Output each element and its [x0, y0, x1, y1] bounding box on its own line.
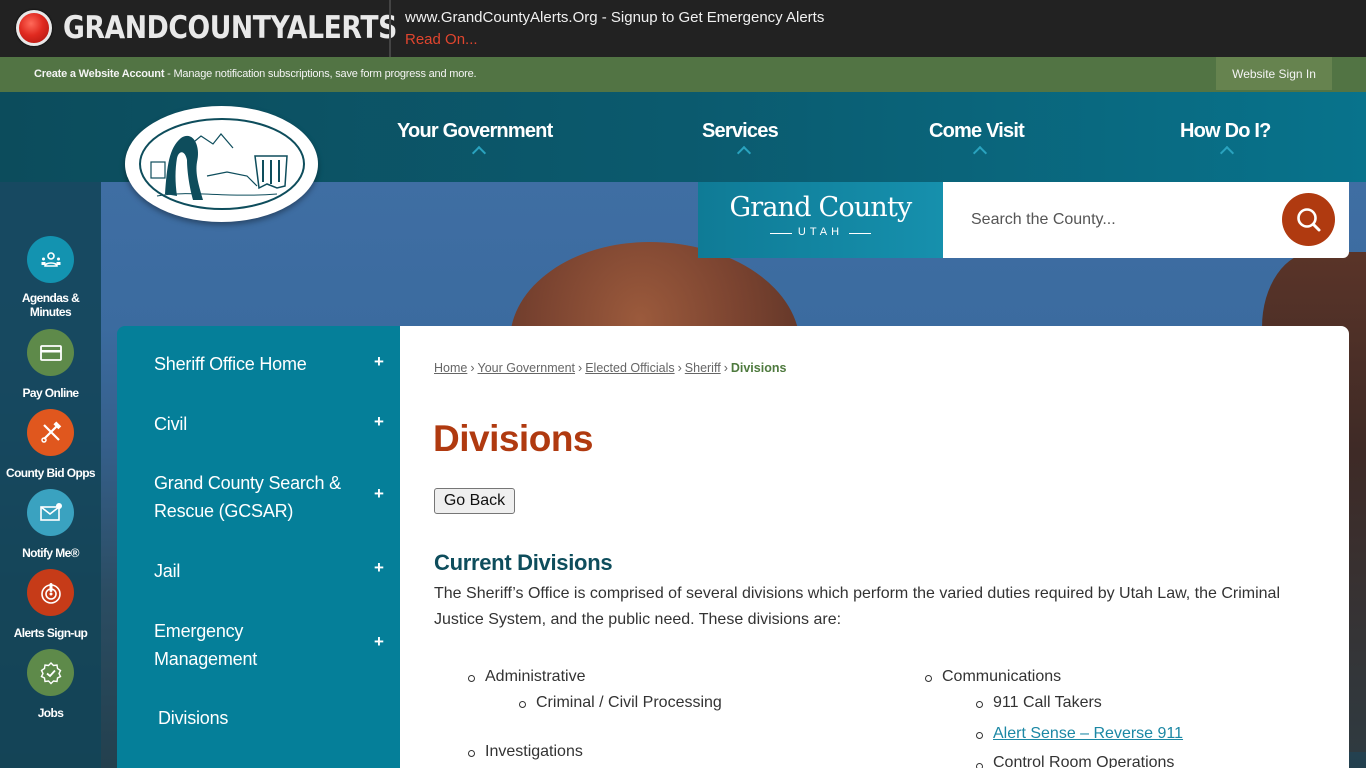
breadcrumb-elected-officials[interactable]: Elected Officials — [585, 361, 674, 375]
badge-check-icon — [40, 661, 61, 684]
quick-link-label: Notify Me® — [22, 546, 79, 560]
brand-state: UTAH — [797, 226, 844, 238]
expand-plus-icon[interactable]: + — [374, 352, 384, 372]
breadcrumb-separator: › — [470, 361, 475, 375]
section-title: Current Divisions — [434, 550, 613, 575]
bullet-icon — [468, 675, 475, 682]
bullet-icon — [976, 763, 983, 768]
divider — [389, 0, 391, 57]
subnav-emergency-management[interactable]: Emergency Management — [154, 617, 354, 673]
list-item: Administrative — [485, 668, 586, 685]
breadcrumb-separator: › — [578, 361, 583, 375]
list-item: Investigations — [485, 743, 583, 760]
nav-services[interactable]: Services — [702, 120, 779, 143]
list-item: Control Room Operations — [993, 754, 1175, 768]
page-title: Divisions — [433, 418, 594, 459]
breadcrumb-your-government[interactable]: Your Government — [478, 361, 576, 375]
credit-card-icon — [39, 344, 62, 361]
subnav-sheriff-office-home[interactable]: Sheriff Office Home — [154, 350, 354, 378]
quick-links-rail: Agendas & Minutes Pay Online County Bid O… — [0, 182, 101, 768]
bullet-icon — [976, 701, 983, 708]
brand-name: Grand County — [729, 192, 912, 223]
expand-plus-icon[interactable]: + — [374, 632, 384, 652]
create-account-link[interactable]: Create a Website Account — [34, 68, 164, 80]
expand-plus-icon[interactable]: + — [374, 412, 384, 432]
subnav-civil[interactable]: Civil — [154, 410, 354, 438]
nav-come-visit[interactable]: Come Visit — [929, 120, 1025, 143]
pay-icon-circle — [27, 329, 74, 376]
quick-link-label: Alerts Sign-up — [13, 626, 88, 640]
quick-link-label: County Bid Opps — [6, 466, 96, 480]
alerts-brand-text: GRANDCOUNTYALERTS — [63, 10, 397, 46]
search-bar — [943, 182, 1349, 258]
quick-link-label: Jobs — [37, 706, 64, 720]
envelope-icon — [39, 502, 62, 521]
breadcrumb-sheriff[interactable]: Sheriff — [685, 361, 721, 375]
grand-county-brand[interactable]: Grand County UTAH — [698, 182, 943, 258]
jobs-icon-circle — [27, 649, 74, 696]
list-item: 911 Call Takers — [993, 694, 1102, 711]
chevron-up-icon — [973, 144, 985, 156]
subnav-divisions[interactable]: Divisions — [158, 704, 358, 732]
bullet-icon — [976, 732, 983, 739]
emergency-alert-banner: GRANDCOUNTYALERTS www.GrandCountyAlerts.… — [0, 0, 1366, 57]
subnav-search-and-rescue[interactable]: Grand County Search & Rescue (GCSAR) — [154, 469, 354, 525]
nav-how-do-i[interactable]: How Do I? — [1180, 120, 1271, 143]
list-item: Alert Sense – Reverse 911 — [993, 725, 1183, 743]
nav-your-government[interactable]: Your Government — [397, 120, 553, 143]
go-back-button[interactable]: Go Back — [434, 488, 515, 514]
subnav-jail[interactable]: Jail — [154, 557, 354, 585]
alerts-logo[interactable]: GRANDCOUNTYALERTS — [16, 8, 451, 48]
bullet-icon — [519, 701, 526, 708]
search-button[interactable] — [1282, 193, 1335, 246]
bullet-icon — [468, 750, 475, 757]
account-info: Create a Website Account - Manage notifi… — [34, 68, 477, 80]
chevron-up-icon — [472, 144, 484, 156]
alert-dot-icon — [16, 10, 52, 46]
account-bar: Create a Website Account - Manage notifi… — [0, 57, 1366, 92]
chevron-up-icon — [1220, 144, 1232, 156]
read-on-link[interactable]: Read On... — [405, 31, 478, 48]
search-input[interactable] — [971, 206, 1271, 234]
search-icon — [1296, 207, 1320, 231]
list-item: Communications — [942, 668, 1062, 685]
divider — [849, 233, 871, 234]
account-description: - Manage notification subscriptions, sav… — [164, 68, 477, 80]
chevron-up-icon — [737, 144, 749, 156]
expand-plus-icon[interactable]: + — [374, 558, 384, 578]
notify-icon-circle — [27, 489, 74, 536]
website-sign-in-button[interactable]: Website Sign In — [1216, 57, 1332, 90]
tools-icon — [40, 420, 61, 443]
breadcrumb-current: Divisions — [730, 361, 787, 375]
bullet-icon — [925, 675, 932, 682]
list-item: Criminal / Civil Processing — [536, 694, 722, 711]
agendas-icon-circle — [27, 236, 74, 283]
bid-icon-circle — [27, 409, 74, 456]
breadcrumb-separator: › — [723, 361, 728, 375]
county-seal-logo[interactable] — [125, 106, 318, 222]
alert-message[interactable]: www.GrandCountyAlerts.Org - Signup to Ge… — [405, 9, 824, 26]
expand-plus-icon[interactable]: + — [374, 484, 384, 504]
breadcrumb-home[interactable]: Home — [434, 361, 467, 375]
delicate-arch-logo-icon — [138, 118, 305, 210]
quick-link-label: Agendas & Minutes — [21, 291, 80, 319]
alert-icon — [40, 582, 61, 604]
intro-paragraph: The Sheriff’s Office is comprised of sev… — [434, 585, 1281, 628]
sheriff-subnav: Sheriff Office Home + Civil + Grand Coun… — [117, 326, 400, 768]
alert-sense-link[interactable]: Alert Sense – Reverse 911 — [993, 725, 1183, 742]
main-content: Home › Your Government › Elected Officials › S… — [400, 326, 1349, 768]
quick-link-label: Pay Online — [22, 386, 79, 400]
breadcrumb: Home › Your Government › Elected Officials › S… — [434, 361, 786, 375]
people-icon — [41, 251, 60, 267]
breadcrumb-separator: › — [677, 361, 682, 375]
alerts-icon-circle — [27, 569, 74, 616]
